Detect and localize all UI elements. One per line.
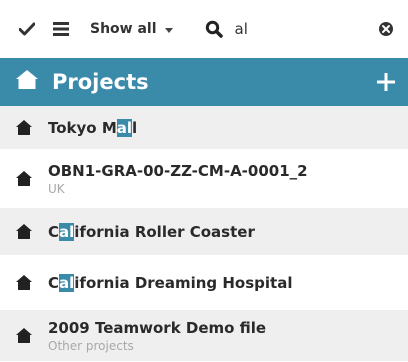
show-all-dropdown[interactable]: Show all	[90, 21, 173, 37]
project-title: 2009 Teamwork Demo file	[48, 318, 267, 337]
list-item[interactable]: 2009 Teamwork Demo file Other projects	[0, 310, 408, 362]
projects-header: Projects	[0, 58, 408, 106]
search-match-highlight: al	[116, 118, 133, 137]
plus-icon	[377, 73, 395, 91]
project-icon	[16, 223, 32, 240]
project-icon	[16, 170, 32, 187]
search-input[interactable]	[234, 16, 366, 42]
list-item[interactable]: California Roller Coaster	[0, 208, 408, 256]
page-title: Projects	[52, 70, 149, 94]
check-icon[interactable]	[16, 18, 38, 40]
add-project-button[interactable]	[374, 70, 398, 94]
project-title: Tokyo Mall	[48, 118, 138, 137]
search-icon	[203, 18, 225, 40]
search-match-highlight: al	[59, 273, 75, 292]
list-item[interactable]: Tokyo Mall	[0, 106, 408, 150]
project-title: California Dreaming Hospital	[48, 273, 293, 292]
project-subtitle: UK	[48, 181, 65, 196]
list-item[interactable]: California Dreaming Hospital	[0, 256, 408, 310]
project-title: OBN1-GRA-00-ZZ-CM-A-0001_2	[48, 161, 308, 180]
project-list: Tokyo Mall OBN1-GRA-00-ZZ-CM-A-0001_2 UK…	[0, 106, 408, 362]
list-item[interactable]: OBN1-GRA-00-ZZ-CM-A-0001_2 UK	[0, 150, 408, 208]
search-bar	[203, 16, 396, 42]
project-icon	[16, 327, 32, 344]
search-match-highlight: al	[59, 222, 75, 241]
project-title: California Roller Coaster	[48, 222, 255, 241]
list-icon[interactable]	[50, 18, 72, 40]
show-all-label: Show all	[90, 21, 157, 37]
clear-icon[interactable]	[376, 19, 396, 39]
chevron-down-icon	[164, 27, 173, 33]
project-subtitle: Other projects	[48, 338, 134, 353]
project-icon	[16, 119, 32, 136]
project-icon	[16, 274, 32, 291]
toolbar: Show all	[0, 0, 408, 58]
home-icon	[16, 70, 38, 94]
